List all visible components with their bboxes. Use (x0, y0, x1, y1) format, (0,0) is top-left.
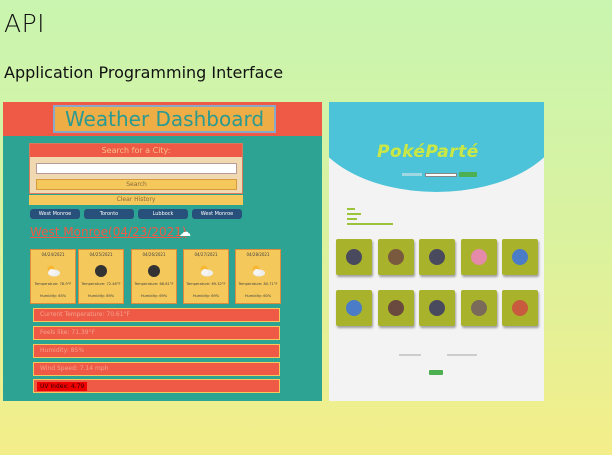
pokemon-card[interactable] (336, 239, 372, 275)
forecast-humidity: Humidity: 69% (140, 294, 168, 298)
uv-index-row: UV Index: 4.79 (33, 379, 280, 393)
forecast-date: 04/27/2021 (194, 252, 218, 257)
pokeparte-footer-button[interactable] (429, 370, 443, 375)
pokemon-card[interactable] (419, 290, 455, 326)
pokemon-card[interactable] (419, 239, 455, 275)
pokeparte-info-line (347, 223, 393, 225)
pokemon-card[interactable] (502, 290, 538, 326)
forecast-card: 04/24/2021 Temperature: 78.9°F Humidity: 6… (30, 249, 76, 304)
pokemon-sprite (471, 249, 487, 265)
pokemon-card[interactable] (502, 239, 538, 275)
humidity-stat: Humidity: 85% (33, 344, 280, 358)
pokeparte-preview[interactable]: PokéParté (329, 102, 544, 401)
uv-index-badge: UV Index: 4.79 (37, 382, 88, 391)
pokeparte-info-line (347, 213, 361, 215)
pokeparte-search-label (402, 173, 422, 176)
wind-speed-stat: Wind Speed: 7.14 mph (33, 362, 280, 376)
forecast-date: 04/26/2021 (142, 252, 166, 257)
forecast-temperature: Temperature: 69.32°F (186, 282, 226, 286)
weather-search-box: Search for a City: Search (29, 143, 243, 194)
pokemon-sprite (346, 300, 362, 316)
forecast-humidity: Humidity: 65% (39, 294, 67, 298)
forecast-temperature: Temperature: 72.46°F (81, 282, 121, 286)
partly-cloudy-icon (250, 263, 266, 277)
pokeparte-footer-text (447, 354, 477, 356)
forecast-date: 04/24/2021 (41, 252, 65, 257)
forecast-date: 04/25/2021 (89, 252, 113, 257)
current-weather-heading: West Monroe(04/23/2021) (30, 225, 187, 239)
forecast-temperature: Temperature: 80.71°F (238, 282, 278, 286)
forecast-card: 04/28/2021 Temperature: 80.71°F Humidity: … (235, 249, 281, 304)
pokemon-sprite (388, 300, 404, 316)
dark-cloud-icon (146, 263, 162, 277)
forecast-card: 04/27/2021 Temperature: 69.32°F Humidity: … (183, 249, 229, 304)
pokeparte-info-line (347, 218, 357, 220)
pokemon-card[interactable] (336, 290, 372, 326)
pokemon-sprite (429, 249, 445, 265)
pokeparte-search-input[interactable] (425, 173, 457, 177)
pokemon-sprite (512, 249, 528, 265)
city-button[interactable]: Toronto (84, 209, 134, 219)
city-button[interactable]: West Monroe (192, 209, 242, 219)
dark-cloud-icon (93, 263, 109, 277)
weather-dashboard-preview[interactable]: Weather Dashboard Search for a City: Sea… (3, 102, 322, 401)
current-temp-stat: Current Temperature: 70.61°F (33, 308, 280, 322)
pokeparte-logo: PokéParté (377, 142, 479, 162)
feels-like-stat: Feels like: 71.39°F (33, 326, 280, 340)
city-button[interactable]: West Monroe (30, 209, 80, 219)
forecast-humidity: Humidity: 89% (87, 294, 115, 298)
pokeparte-footer-text (399, 354, 421, 356)
forecast-temperature: Temperature: 78.9°F (34, 282, 72, 286)
pokemon-sprite (429, 300, 445, 316)
forecast-temperature: Temperature: 66.81°F (134, 282, 174, 286)
pokeparte-search-button[interactable] (459, 172, 477, 177)
forecast-humidity: Humidity: 60% (244, 294, 272, 298)
forecast-date: 04/28/2021 (246, 252, 270, 257)
forecast-card: 04/25/2021 Temperature: 72.46°F Humidity: … (78, 249, 124, 304)
page-subtitle: Application Programming Interface (4, 63, 284, 82)
pokemon-card[interactable] (378, 239, 414, 275)
forecast-card: 04/26/2021 Temperature: 66.81°F Humidity: … (131, 249, 177, 304)
pokemon-card[interactable] (378, 290, 414, 326)
weather-title: Weather Dashboard (53, 105, 276, 133)
page-title: API (4, 9, 46, 38)
pokemon-sprite (346, 249, 362, 265)
weather-clear-history-button[interactable]: Clear History (29, 195, 243, 205)
weather-search-button[interactable]: Search (36, 179, 237, 190)
forecast-humidity: Humidity: 69% (192, 294, 220, 298)
weather-search-header: Search for a City: (30, 144, 242, 157)
pokeparte-info-line (347, 208, 355, 210)
partly-cloudy-icon (198, 263, 214, 277)
pokemon-card[interactable] (461, 239, 497, 275)
pokemon-sprite (388, 249, 404, 265)
weather-search-input[interactable] (36, 163, 237, 174)
cloud-icon: ☁ (179, 225, 191, 239)
pokemon-card[interactable] (461, 290, 497, 326)
partly-cloudy-icon (45, 263, 61, 277)
pokemon-sprite (471, 300, 487, 316)
pokemon-sprite (512, 300, 528, 316)
city-button[interactable]: Lubbock (138, 209, 188, 219)
